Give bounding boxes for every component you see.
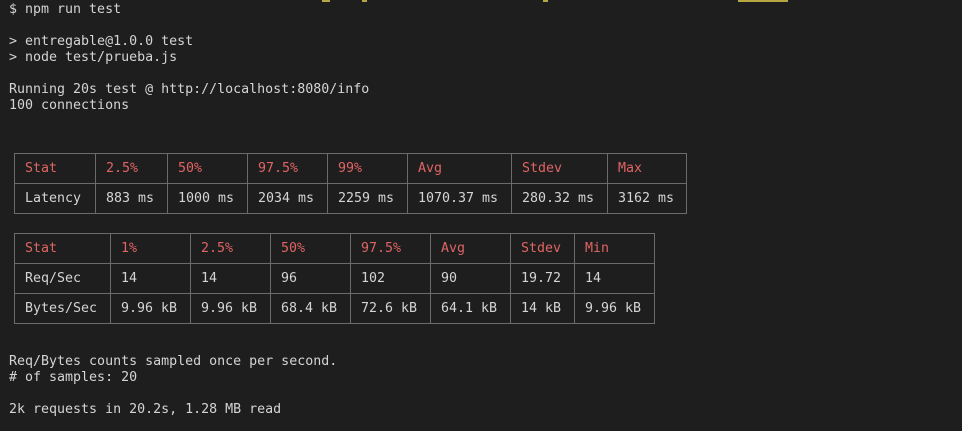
running-test-line: Running 20s test @ http://localhost:8080…: [9, 82, 370, 97]
table-cell: 3162 ms: [607, 183, 687, 214]
scrolled-off-text-fragment: [322, 0, 330, 2]
header-cell: Stdev: [510, 233, 575, 264]
table-cell: 72.6 kB: [350, 293, 431, 324]
table-cell: 14: [574, 263, 655, 294]
header-cell: 2.5%: [190, 233, 271, 264]
header-cell: Min: [574, 233, 655, 264]
command-line: $ npm run test: [9, 2, 122, 17]
node-command-line: > node test/prueba.js: [9, 50, 178, 65]
table-cell: 14: [110, 263, 191, 294]
latency-row: Latency 883 ms 1000 ms 2034 ms 2259 ms 1…: [14, 183, 687, 214]
header-cell: Avg: [430, 233, 511, 264]
table-cell: 9.96 kB: [574, 293, 655, 324]
table-cell: 19.72: [510, 263, 575, 294]
header-cell: Max: [607, 153, 687, 184]
summary-line: 2k requests in 20.2s, 1.28 MB read: [9, 402, 282, 417]
header-cell: 97.5%: [247, 153, 328, 184]
header-cell: Stat: [14, 233, 111, 264]
scrolled-off-text-fragment: [543, 0, 548, 2]
header-cell: 99%: [327, 153, 408, 184]
table-cell: 96: [270, 263, 351, 294]
header-cell: Stat: [14, 153, 96, 184]
throughput-table-header-row: Stat 1% 2.5% 50% 97.5% Avg Stdev Min: [14, 233, 655, 264]
throughput-table: Stat 1% 2.5% 50% 97.5% Avg Stdev Min Req…: [14, 233, 655, 324]
table-cell: 1070.37 ms: [407, 183, 512, 214]
req-sec-row: Req/Sec 14 14 96 102 90 19.72 14: [14, 263, 655, 294]
scrolled-off-text-fragment: [362, 0, 367, 2]
table-cell: 9.96 kB: [190, 293, 271, 324]
header-cell: 97.5%: [350, 233, 431, 264]
latency-table: Stat 2.5% 50% 97.5% 99% Avg Stdev Max La…: [14, 153, 687, 214]
header-cell: 50%: [270, 233, 351, 264]
table-cell: 68.4 kB: [270, 293, 351, 324]
npm-script-line: > entregable@1.0.0 test: [9, 34, 194, 49]
table-cell: 2259 ms: [327, 183, 408, 214]
header-cell: 50%: [167, 153, 248, 184]
header-cell: 2.5%: [95, 153, 168, 184]
header-cell: 1%: [110, 233, 191, 264]
table-cell: 14: [190, 263, 271, 294]
latency-table-header-row: Stat 2.5% 50% 97.5% 99% Avg Stdev Max: [14, 153, 687, 184]
table-cell: 883 ms: [95, 183, 168, 214]
table-cell: 1000 ms: [167, 183, 248, 214]
table-cell: 64.1 kB: [430, 293, 511, 324]
table-cell: Latency: [14, 183, 96, 214]
sampled-note-line: Req/Bytes counts sampled once per second…: [9, 354, 338, 369]
table-cell: 9.96 kB: [110, 293, 191, 324]
table-cell: 2034 ms: [247, 183, 328, 214]
header-cell: Stdev: [511, 153, 608, 184]
table-cell: 280.32 ms: [511, 183, 608, 214]
scrolled-off-text-fragment: [738, 0, 788, 2]
table-cell: Bytes/Sec: [14, 293, 111, 324]
header-cell: Avg: [407, 153, 512, 184]
table-cell: 14 kB: [510, 293, 575, 324]
samples-count-line: # of samples: 20: [9, 370, 138, 385]
connections-line: 100 connections: [9, 98, 130, 113]
bytes-sec-row: Bytes/Sec 9.96 kB 9.96 kB 68.4 kB 72.6 k…: [14, 293, 655, 324]
table-cell: 90: [430, 263, 511, 294]
table-cell: Req/Sec: [14, 263, 111, 294]
table-cell: 102: [350, 263, 431, 294]
